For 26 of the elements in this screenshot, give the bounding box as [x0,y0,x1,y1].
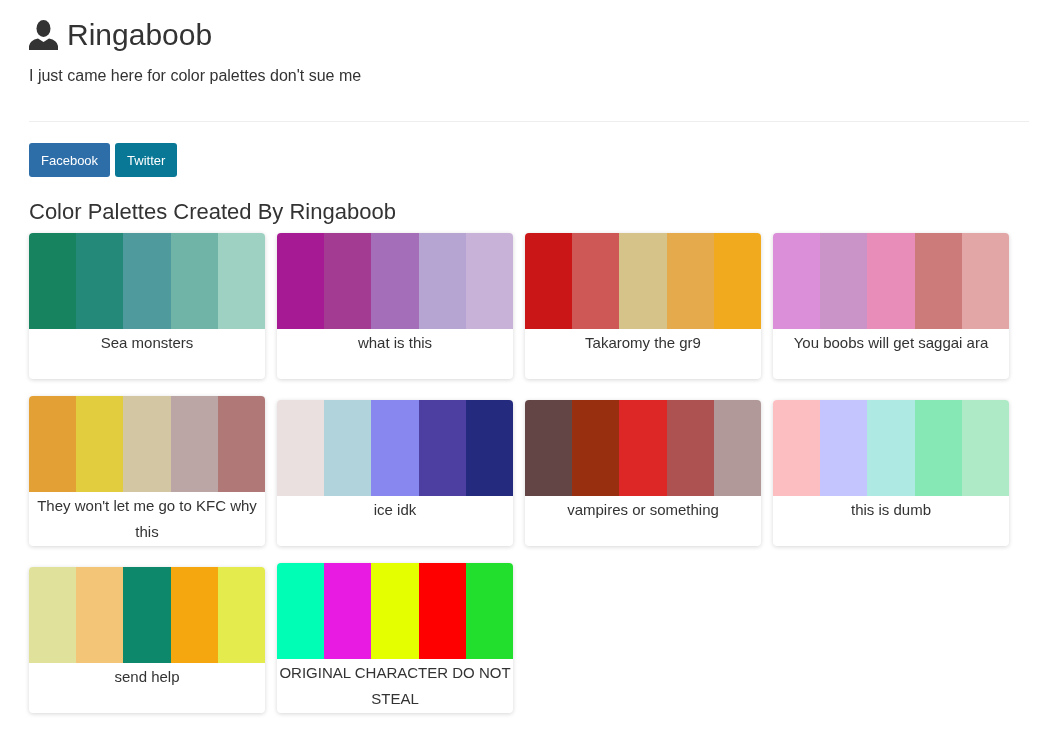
palette-card[interactable]: what is this [277,233,513,379]
profile-name: Ringaboob [67,17,213,53]
palette-card[interactable]: You boobs will get saggai ara [773,233,1009,379]
section-heading: Color Palettes Created By Ringaboob [29,198,397,226]
palette-card[interactable]: ORIGINAL CHARACTER DO NOT STEAL [277,563,513,713]
palette-name: what is this [356,333,434,353]
palette-card[interactable]: this is dumb [773,400,1009,546]
palette-name: You boobs will get saggai ara [792,333,990,353]
palette-card[interactable]: ice idk [277,400,513,546]
palette-card[interactable]: Sea monsters [29,233,265,379]
palette-name: They won't let me go to KFC why this [36,496,258,542]
palette-name: this is dumb [849,500,932,520]
palette-card[interactable]: They won't let me go to KFC why this [29,396,265,546]
facebook-button[interactable]: Facebook [29,143,111,177]
twitter-button[interactable]: Twitter [115,143,178,177]
palette-name: ice idk [372,500,418,520]
palette-name: Sea monsters [99,333,195,353]
palette-name: vampires or something [566,500,720,520]
palette-name: Takaromy the gr9 [584,333,702,353]
user-icon [29,20,58,50]
palette-card[interactable]: Takaromy the gr9 [525,233,761,379]
palette-name: send help [113,667,181,687]
profile-bio: I just came here for color palettes don't sue me [29,66,363,86]
palette-card[interactable]: vampires or something [525,400,761,546]
palette-name: ORIGINAL CHARACTER DO NOT STEAL [278,663,512,709]
palette-card[interactable]: send help [29,567,265,713]
